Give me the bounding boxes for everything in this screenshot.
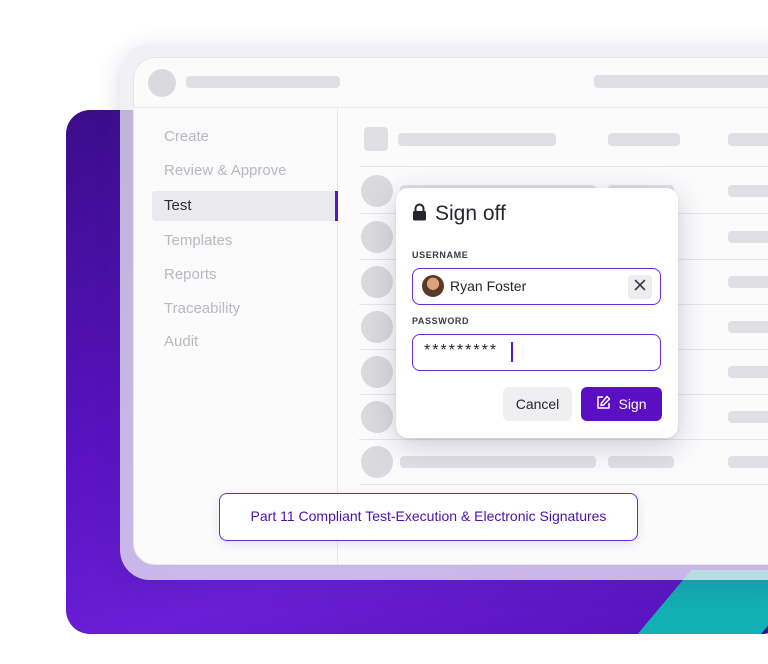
toolbar-placeholder — [594, 75, 768, 88]
row-avatar — [361, 401, 393, 433]
username-value: Ryan Foster — [450, 278, 527, 294]
nav-item-reports[interactable]: Reports — [152, 260, 336, 290]
close-icon — [634, 278, 646, 296]
sign-button-label: Sign — [618, 396, 647, 412]
nav-item-review-approve[interactable]: Review & Approve — [152, 156, 336, 186]
row-placeholder — [608, 456, 674, 468]
user-avatar — [422, 275, 444, 297]
row-placeholder — [728, 231, 768, 243]
edit-icon — [596, 395, 611, 413]
row-placeholder — [728, 456, 768, 468]
dialog-title-text: Sign off — [435, 202, 506, 225]
password-label: PASSWORD — [412, 316, 470, 326]
password-field[interactable]: ********* — [412, 334, 661, 371]
row-avatar — [361, 175, 393, 207]
top-bar — [134, 58, 768, 108]
row-placeholder — [728, 276, 768, 288]
row-placeholder — [400, 456, 596, 468]
nav-item-traceability[interactable]: Traceability — [152, 294, 336, 324]
sign-button[interactable]: Sign — [581, 387, 662, 421]
row-avatar — [361, 356, 393, 388]
nav-item-templates[interactable]: Templates — [152, 226, 336, 256]
nav-item-audit[interactable]: Audit — [152, 327, 336, 357]
row-avatar — [361, 311, 393, 343]
row-divider — [359, 439, 768, 440]
dialog-title: Sign off — [412, 202, 506, 226]
lock-icon — [412, 203, 427, 226]
select-all-checkbox — [364, 127, 388, 151]
row-avatar — [361, 221, 393, 253]
title-placeholder — [186, 76, 340, 88]
feature-caption: Part 11 Compliant Test-Execution & Elect… — [219, 493, 638, 541]
header-placeholder — [608, 133, 680, 146]
row-divider — [359, 166, 768, 167]
username-field[interactable]: Ryan Foster — [412, 268, 661, 305]
cancel-button[interactable]: Cancel — [503, 387, 572, 421]
row-placeholder — [728, 366, 768, 378]
row-placeholder — [728, 321, 768, 333]
row-avatar — [361, 446, 393, 478]
row-placeholder — [728, 185, 768, 197]
row-placeholder — [728, 411, 768, 423]
header-placeholder — [728, 133, 768, 146]
header-placeholder — [398, 133, 556, 146]
row-divider — [359, 484, 768, 485]
nav-item-create[interactable]: Create — [152, 122, 336, 152]
sign-off-dialog: Sign off USERNAME Ryan Foster PASSWORD *… — [396, 188, 678, 438]
username-label: USERNAME — [412, 250, 469, 260]
text-cursor — [511, 342, 513, 362]
password-value: ********* — [424, 342, 499, 359]
clear-username-button[interactable] — [628, 275, 652, 299]
avatar-placeholder — [148, 69, 176, 97]
nav-item-test[interactable]: Test — [152, 191, 338, 221]
row-avatar — [361, 266, 393, 298]
